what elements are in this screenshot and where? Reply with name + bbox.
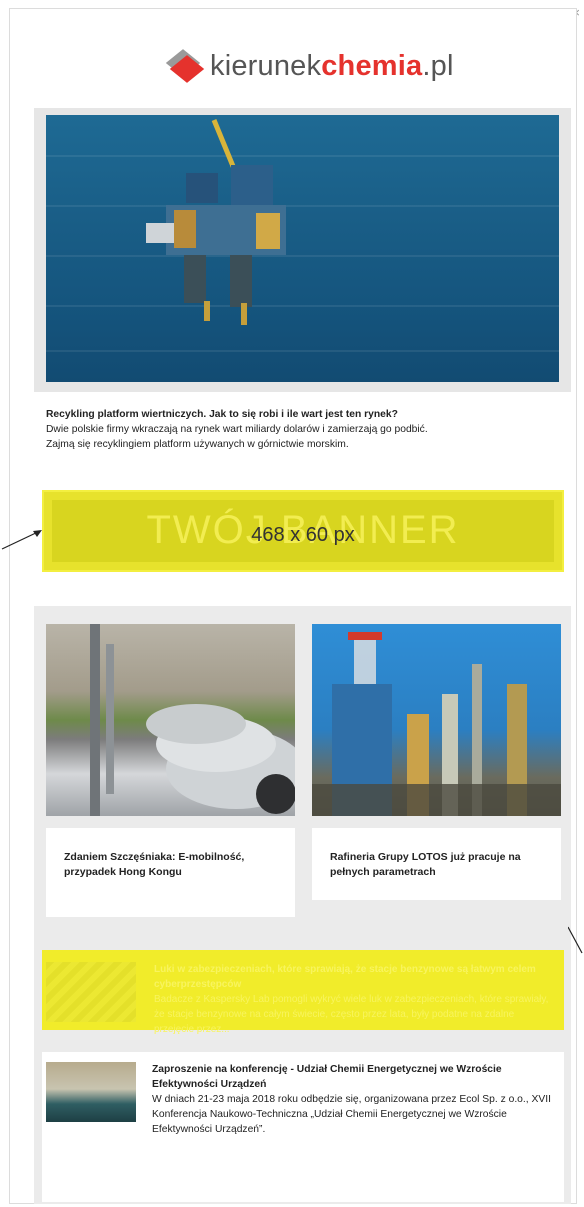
site-logo[interactable]: kierunekchemia.pl: [165, 44, 454, 88]
hero-article[interactable]: Recykling platform wiertniczych. Jak to …: [46, 407, 566, 452]
news-section: Zdaniem Szczęśniaka: E-mobilność, przypa…: [34, 606, 571, 1204]
offshore-platform-photo[interactable]: [46, 115, 559, 382]
highlighted-article-description: Badacze z Kaspersky Lab pomogli wykryć w…: [154, 994, 549, 1035]
news-card-title[interactable]: Zdaniem Szczęśniaka: E-mobilność, przypa…: [46, 828, 295, 917]
news-card-title[interactable]: Rafineria Grupy LOTOS już pracuje na peł…: [312, 828, 561, 900]
hero-article-line: Dwie polskie firmy wkraczają na rynek wa…: [46, 424, 428, 435]
highlighted-article-title[interactable]: Luki w zabezpieczeniach, które sprawiają…: [154, 962, 556, 992]
banner-size-label: 468 x 60 px: [251, 524, 355, 546]
logo-text: kierunekchemia.pl: [210, 49, 454, 82]
arrow-pointer-icon: [568, 926, 583, 954]
article-item-title[interactable]: Zaproszenie na konferencję - Udział Chem…: [152, 1062, 558, 1092]
article-item-description: W dniach 21-23 maja 2018 roku odbędzie s…: [152, 1094, 551, 1135]
conference-hall-photo[interactable]: [46, 1062, 136, 1122]
highlighted-article[interactable]: Luki w zabezpieczeniach, które sprawiają…: [42, 950, 564, 1035]
keyboard-photo[interactable]: [46, 962, 136, 1022]
article-item[interactable]: Zaproszenie na konferencję - Udział Chem…: [42, 1052, 564, 1202]
banner-placeholder[interactable]: TWÓJ BANNER 468 x 60 px: [42, 490, 564, 572]
hero-article-title[interactable]: Recykling platform wiertniczych. Jak to …: [46, 407, 566, 422]
arrow-pointer-icon: [1, 530, 42, 550]
hero-article-line: Zajmą się recyklingiem platform używanyc…: [46, 439, 349, 450]
electric-car-charging-photo[interactable]: [46, 624, 295, 816]
diamond-logo-icon: [165, 49, 205, 83]
hero-image-frame: [34, 108, 571, 392]
refinery-photo[interactable]: [312, 624, 561, 816]
